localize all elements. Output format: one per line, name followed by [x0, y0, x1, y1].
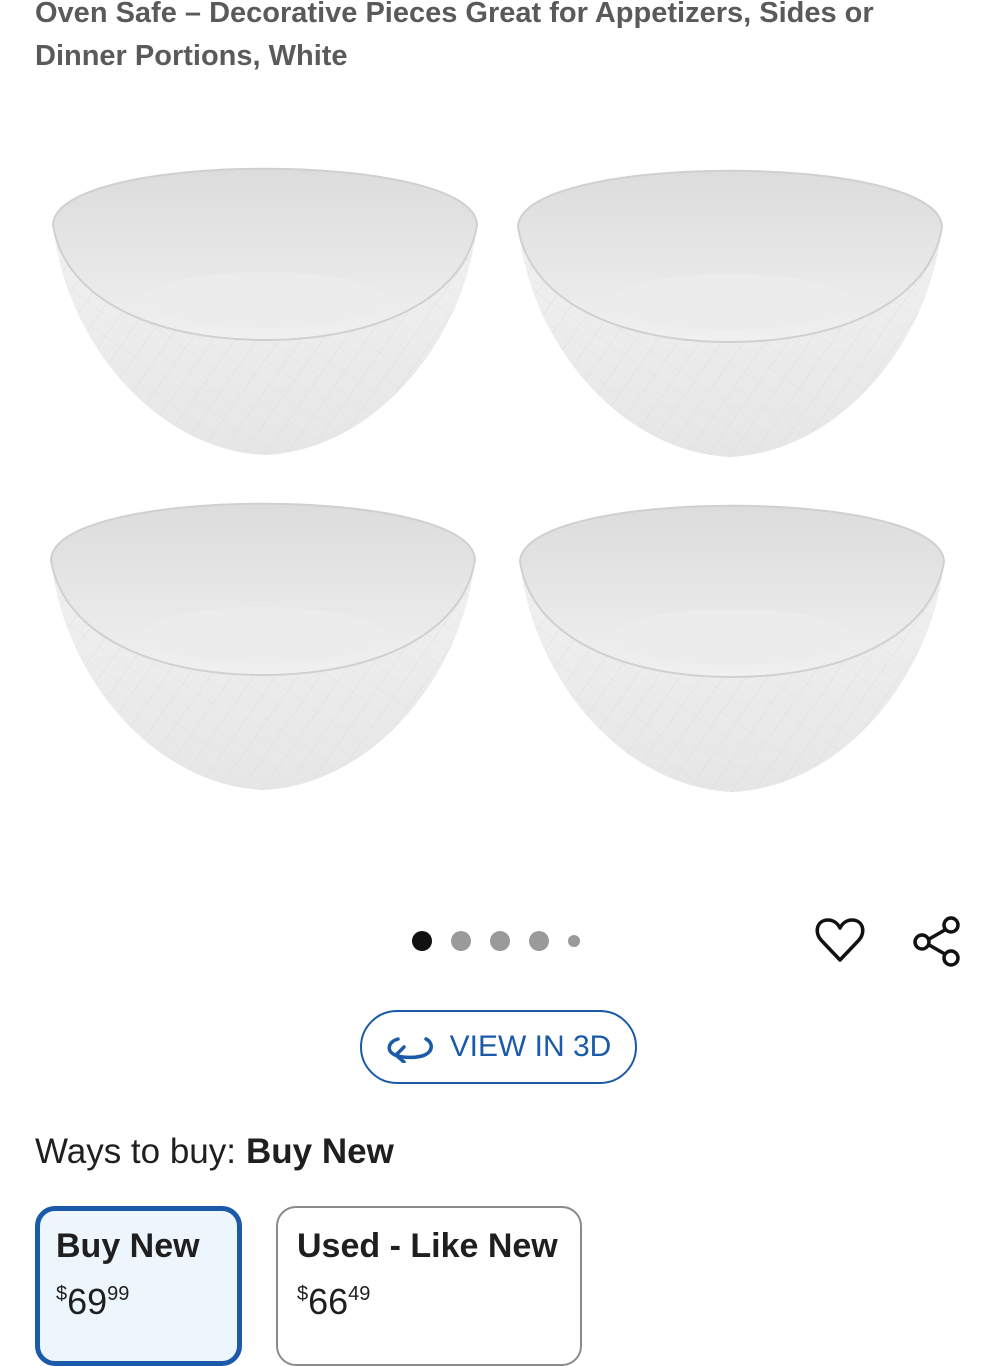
- bowl-image-top-left: [45, 140, 485, 470]
- buy-option-used-like-new[interactable]: Used - Like New $6649: [276, 1206, 582, 1366]
- gallery-pagination: [412, 931, 580, 951]
- gallery-dot-4[interactable]: [529, 931, 549, 951]
- ways-to-buy-label: Ways to buy:: [35, 1132, 236, 1171]
- price-cents: 99: [107, 1283, 130, 1305]
- ways-to-buy-heading: Ways to buy: Buy New: [35, 1128, 394, 1176]
- price-dollars: 69: [67, 1281, 108, 1322]
- gallery-dot-3[interactable]: [490, 931, 510, 951]
- view-in-3d-button[interactable]: VIEW IN 3D: [360, 1010, 637, 1084]
- ways-to-buy-selected: Buy New: [246, 1132, 394, 1171]
- product-image-gallery[interactable]: [40, 130, 960, 810]
- rotate-3d-icon: [387, 1037, 433, 1063]
- share-button[interactable]: [910, 914, 964, 968]
- price-currency: $: [56, 1283, 68, 1305]
- buy-option-label: Buy New: [56, 1227, 200, 1265]
- bowl-image-top-right: [510, 142, 950, 472]
- buy-option-price: $6999: [56, 1273, 221, 1323]
- price-currency: $: [297, 1283, 309, 1305]
- price-dollars: 66: [308, 1281, 349, 1322]
- price-cents: 49: [348, 1283, 371, 1305]
- gallery-dot-1[interactable]: [412, 931, 432, 951]
- gallery-dot-5[interactable]: [568, 935, 580, 947]
- buy-option-label: Used - Like New: [297, 1227, 558, 1265]
- buy-option-price: $6649: [297, 1273, 561, 1323]
- favorite-button[interactable]: [814, 914, 866, 966]
- gallery-dot-2[interactable]: [451, 931, 471, 951]
- buy-option-new[interactable]: Buy New $6999: [35, 1206, 242, 1366]
- view-in-3d-label: VIEW IN 3D: [449, 1030, 612, 1063]
- heart-icon: [815, 918, 865, 962]
- product-title: Oven Safe – Decorative Pieces Great for …: [35, 0, 874, 72]
- bowl-image-bottom-right: [512, 477, 952, 807]
- bowl-image-bottom-left: [43, 475, 483, 805]
- share-icon: [913, 916, 960, 967]
